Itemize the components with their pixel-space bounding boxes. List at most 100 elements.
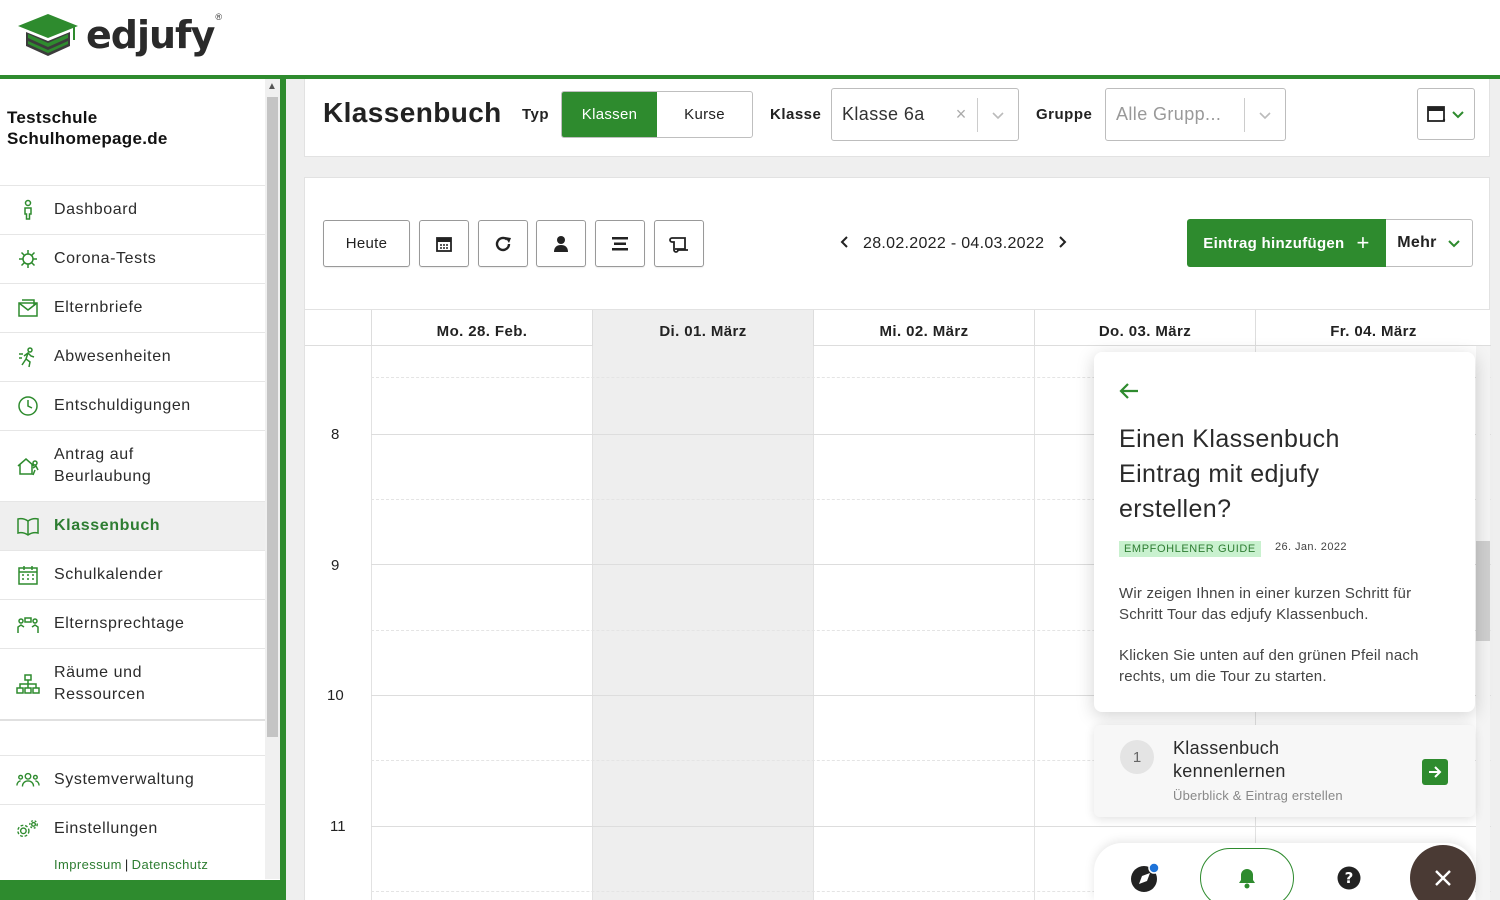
guide-step-card[interactable]: 1 Klassenbuch kennenlernen Überblick & E… xyxy=(1094,725,1475,817)
day-header[interactable]: Mi. 02. März xyxy=(813,310,1034,346)
sidebar: Testschule Schulhomepage.de Dashboard Co… xyxy=(0,79,286,900)
arrow-right-icon xyxy=(1429,766,1442,778)
notifications-button[interactable] xyxy=(1200,848,1294,900)
hour-label: 11 xyxy=(330,818,346,835)
page-title: Klassenbuch xyxy=(323,97,502,128)
add-entry-label: Eintrag hinzufügen xyxy=(1203,234,1345,252)
back-arrow-icon[interactable] xyxy=(1118,382,1140,405)
sidebar-item-einstellungen[interactable]: Einstellungen xyxy=(0,804,265,853)
house-travel-icon xyxy=(16,454,40,478)
klasse-select-value: Klasse 6a xyxy=(842,104,925,124)
sidebar-item-abwesenheiten[interactable]: Abwesenheiten xyxy=(0,332,265,381)
sidebar-nav: Dashboard Corona-Tests Elternbriefe Abwe… xyxy=(0,185,265,853)
chevron-down-icon xyxy=(1452,111,1464,119)
sidebar-item-label: Klassenbuch xyxy=(54,517,161,534)
date-picker-button[interactable] xyxy=(419,220,469,267)
guide-text-intro: Wir zeigen Ihnen in einer kurzen Schritt… xyxy=(1119,585,1412,623)
sidebar-item-klassenbuch[interactable]: Klassenbuch xyxy=(0,501,265,550)
guide-title: Einen Klassenbuch Eintrag mit edjufy ers… xyxy=(1119,425,1340,523)
day-column[interactable] xyxy=(813,346,1034,900)
day-header[interactable]: Di. 01. März xyxy=(592,310,813,346)
book-icon xyxy=(16,514,40,538)
calendar-scroll-thumb[interactable] xyxy=(1476,541,1490,641)
chevron-down-icon xyxy=(1448,240,1460,248)
scroll-up-icon[interactable]: ▲ xyxy=(267,81,277,92)
gruppe-select-placeholder: Alle Grupp... xyxy=(1116,104,1222,124)
hierarchy-icon xyxy=(16,672,40,696)
calendar-scrollbar[interactable] xyxy=(1476,346,1490,900)
graduation-cap-icon xyxy=(18,14,78,56)
gruppe-select[interactable]: Alle Grupp... xyxy=(1105,88,1286,141)
typ-option-klassen[interactable]: Klassen xyxy=(562,92,657,137)
people-talk-icon xyxy=(16,612,40,636)
impressum-link[interactable]: Impressum xyxy=(54,857,122,872)
day-header[interactable]: Fr. 04. März xyxy=(1255,310,1491,346)
running-person-icon xyxy=(16,345,40,369)
sidebar-scroll-thumb[interactable] xyxy=(267,97,278,737)
school-name: Testschule Schulhomepage.de xyxy=(7,107,168,149)
refresh-icon xyxy=(495,236,511,251)
person-filter-button[interactable] xyxy=(536,220,586,267)
calendar-view-dropdown[interactable] xyxy=(1417,88,1475,140)
sidebar-item-corona-tests[interactable]: Corona-Tests xyxy=(0,234,265,283)
filter-card: Klassenbuch Typ Klassen Kurse Klasse Kla… xyxy=(304,79,1490,157)
help-icon[interactable]: ? xyxy=(1337,866,1361,895)
footer-separator: | xyxy=(124,857,129,872)
sidebar-item-schulkalender[interactable]: Schulkalender xyxy=(0,550,265,599)
hour-line xyxy=(371,826,1491,827)
datenschutz-link[interactable]: Datenschutz xyxy=(132,857,209,872)
clear-icon[interactable]: × xyxy=(945,104,977,125)
top-header: edjufy ® xyxy=(0,0,1500,79)
person-icon xyxy=(16,198,40,222)
sidebar-item-entschuldigungen[interactable]: Entschuldigungen xyxy=(0,381,265,430)
compass-icon[interactable] xyxy=(1130,862,1160,898)
day-column[interactable] xyxy=(592,346,813,900)
gruppe-label: Gruppe xyxy=(1036,106,1093,123)
scroll-view-button[interactable] xyxy=(654,220,704,267)
typ-option-kurse[interactable]: Kurse xyxy=(657,92,752,137)
chevron-left-icon[interactable] xyxy=(839,233,849,254)
more-label: Mehr xyxy=(1397,234,1437,251)
step-title: Klassenbuch kennenlernen xyxy=(1173,738,1286,781)
klasse-select[interactable]: Klasse 6a × xyxy=(831,88,1019,141)
school-name-line1: Testschule xyxy=(7,108,98,127)
align-center-icon xyxy=(612,236,628,250)
sidebar-item-label: Schulkalender xyxy=(54,566,164,583)
start-tour-button[interactable] xyxy=(1422,759,1448,785)
sidebar-scrollbar[interactable]: ▲ xyxy=(265,79,280,879)
guide-date: 26. Jan. 2022 xyxy=(1275,541,1347,553)
sidebar-item-label: Abwesenheiten xyxy=(54,348,172,365)
bell-icon xyxy=(1239,869,1255,889)
today-button[interactable]: Heute xyxy=(323,220,410,267)
sidebar-item-antrag-beurlaubung[interactable]: Antrag auf Beurlaubung xyxy=(0,430,265,501)
clock-icon xyxy=(16,394,40,418)
sidebar-item-raeume-ressourcen[interactable]: Räume und Ressourcen xyxy=(0,648,265,719)
sidebar-item-systemverwaltung[interactable]: Systemverwaltung xyxy=(0,755,265,804)
scroll-icon xyxy=(669,236,688,253)
klasse-label: Klasse xyxy=(770,106,822,123)
hour-label: 9 xyxy=(331,557,340,574)
user-icon xyxy=(554,235,568,252)
sidebar-item-elternbriefe[interactable]: Elternbriefe xyxy=(0,283,265,332)
hour-label: 10 xyxy=(327,687,344,704)
step-subtitle: Überblick & Eintrag erstellen xyxy=(1173,788,1343,803)
logo-registered-mark: ® xyxy=(215,12,222,22)
list-view-button[interactable] xyxy=(595,220,645,267)
chevron-down-icon[interactable] xyxy=(978,110,1018,120)
sidebar-item-elternsprechtage[interactable]: Elternsprechtage xyxy=(0,599,265,648)
chevron-right-icon[interactable] xyxy=(1058,233,1068,254)
refresh-button[interactable] xyxy=(478,220,528,267)
day-header[interactable]: Mo. 28. Feb. xyxy=(371,310,592,346)
day-header[interactable]: Do. 03. März xyxy=(1034,310,1255,346)
school-name-line2: Schulhomepage.de xyxy=(7,129,168,148)
add-entry-button[interactable]: Eintrag hinzufügen + xyxy=(1187,219,1386,267)
chevron-down-icon[interactable] xyxy=(1245,110,1285,120)
sidebar-item-dashboard[interactable]: Dashboard xyxy=(0,185,265,234)
edjufy-logo[interactable]: edjufy ® xyxy=(16,10,222,60)
step-number: 1 xyxy=(1120,740,1154,774)
users-icon xyxy=(16,768,40,792)
day-column[interactable] xyxy=(371,346,592,900)
svg-text:?: ? xyxy=(1345,869,1354,887)
sidebar-item-label: Corona-Tests xyxy=(54,250,157,267)
more-dropdown-button[interactable]: Mehr xyxy=(1386,219,1473,267)
